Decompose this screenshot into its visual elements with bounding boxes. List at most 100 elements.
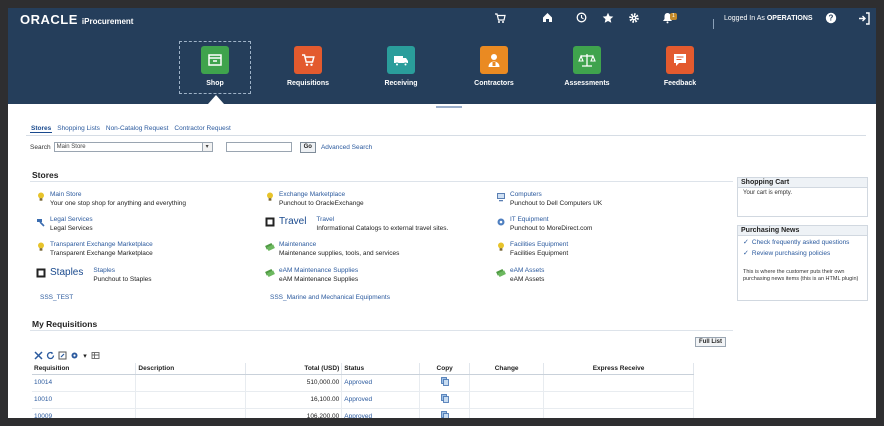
store-link[interactable]: eAM Assets [510, 267, 544, 275]
express-receive-cell [543, 374, 694, 392]
store-description: Maintenance supplies, tools, and service… [279, 250, 400, 257]
store-link[interactable]: Exchange Marketplace [279, 191, 364, 199]
logout-icon[interactable] [858, 12, 870, 25]
store-description: Transparent Exchange Marketplace [50, 250, 153, 257]
store-description: Facilities Equipment [510, 250, 569, 257]
copy-icon[interactable] [440, 411, 449, 422]
search-input[interactable] [225, 142, 292, 152]
store-description: Informational Catalogs to external trave… [316, 225, 449, 232]
requisition-total: 106,200.00 [245, 408, 343, 426]
tab-shopping-lists[interactable]: Shopping Lists [56, 125, 101, 133]
requisition-link[interactable]: 10010 [34, 396, 52, 403]
advanced-search-link[interactable]: Advanced Search [321, 144, 372, 151]
travel-logo-icon [265, 217, 275, 227]
money-icon [496, 268, 506, 278]
favorites-icon[interactable] [602, 12, 614, 24]
copy-icon[interactable] [440, 394, 449, 405]
store-select[interactable]: Main Store ▾ [53, 142, 213, 152]
nav-feedback[interactable]: Feedback [640, 46, 720, 87]
chevron-down-icon[interactable]: ▾ [82, 351, 88, 360]
stores-heading-rule [30, 181, 733, 182]
detach-icon[interactable] [34, 351, 43, 360]
store-link[interactable]: SSS_Marine and Mechanical Equipments [270, 294, 390, 302]
store-link[interactable]: Computers [510, 191, 602, 199]
store-link[interactable]: Main Store [50, 191, 186, 199]
checkmark-icon: ✓ [743, 239, 749, 246]
store-link[interactable]: SSS_TEST [40, 294, 73, 302]
logged-in-user: OPERATIONS [766, 15, 813, 22]
travel-brand-text[interactable]: Travel [279, 216, 306, 228]
nav-shop[interactable]: Shop [175, 46, 255, 87]
staples-brand-text[interactable]: Staples [50, 267, 83, 279]
column-header-express-receive[interactable]: Express Receive [543, 363, 694, 375]
requisition-link[interactable]: 10014 [34, 379, 52, 386]
settings-gear-icon[interactable] [70, 351, 79, 360]
status-link[interactable]: Approved [344, 379, 372, 386]
purchasing-news-title: Purchasing News [738, 226, 867, 236]
status-link[interactable]: Approved [344, 396, 372, 403]
store-description: Punchout to MoreDirect.com [510, 225, 593, 232]
column-header-description[interactable]: Description [135, 363, 247, 375]
tab-non-catalog-request[interactable]: Non-Catalog Request [105, 125, 170, 133]
nav-requisitions[interactable]: Requisitions [268, 46, 348, 87]
column-header-change[interactable]: Change [469, 363, 545, 375]
toolbar-divider [713, 19, 714, 29]
go-button[interactable]: Go [299, 141, 316, 153]
full-list-button[interactable]: Full List [695, 337, 726, 347]
column-header-requisition[interactable]: Requisition [32, 363, 137, 375]
store-description: Punchout to OracleExchange [279, 200, 364, 207]
collapse-handle[interactable] [436, 106, 462, 108]
column-header-copy[interactable]: Copy [419, 363, 471, 375]
express-receive-cell [543, 408, 694, 426]
nav-contractors[interactable]: Contractors [454, 46, 534, 87]
checkmark-icon: ✓ [743, 250, 749, 257]
nav-receiving[interactable]: Receiving [361, 46, 441, 87]
requisition-link[interactable]: 10009 [34, 413, 52, 420]
store-link[interactable]: IT Equipment [510, 216, 592, 224]
nav-shop-label: Shop [206, 80, 224, 87]
nav-contractors-label: Contractors [474, 80, 514, 87]
feedback-icon [666, 46, 694, 74]
help-icon[interactable]: ? [825, 12, 837, 24]
news-item[interactable]: ✓ Review purchasing policies [743, 249, 862, 258]
column-header-total[interactable]: Total (USD) [245, 363, 343, 375]
scales-icon [573, 46, 601, 74]
requisition-description [135, 391, 247, 409]
home-icon[interactable] [542, 12, 553, 23]
chevron-down-icon[interactable]: ▾ [201, 143, 212, 151]
svg-text:?: ? [829, 14, 834, 23]
recent-icon[interactable] [576, 12, 587, 23]
selected-nav-pointer [208, 95, 224, 104]
nav-receiving-label: Receiving [384, 80, 418, 87]
settings-gear-icon[interactable] [628, 12, 640, 24]
shopping-cart-panel: Shopping Cart Your cart is empty. [737, 177, 868, 217]
store-link[interactable]: Travel [316, 216, 448, 224]
store-link[interactable]: eAM Maintenance Supplies [279, 267, 358, 275]
column-header-status[interactable]: Status [341, 363, 421, 375]
store-link[interactable]: Maintenance [279, 241, 399, 249]
store-link[interactable]: Facilities Equipment [510, 241, 568, 249]
express-receive-cell [543, 391, 694, 409]
store-description: Punchout to Dell Computers UK [510, 200, 603, 207]
news-item-label: Check frequently asked questions [751, 238, 850, 246]
store-transparent-exchange: Transparent Exchange Marketplace Transpa… [36, 241, 153, 258]
freeze-columns-icon[interactable] [91, 351, 100, 360]
store-description: eAM Assets [510, 276, 545, 283]
tab-stores[interactable]: Stores [30, 125, 53, 133]
news-item[interactable]: ✓ Check frequently asked questions [743, 238, 862, 247]
nav-requisitions-label: Requisitions [286, 80, 329, 87]
store-link[interactable]: Staples [93, 267, 151, 275]
news-item-label: Review purchasing policies [751, 249, 831, 257]
refresh-icon[interactable] [46, 351, 55, 360]
status-link[interactable]: Approved [344, 413, 372, 420]
copy-icon[interactable] [440, 377, 449, 388]
export-icon[interactable] [58, 351, 67, 360]
shopping-cart-title: Shopping Cart [738, 178, 867, 188]
nav-assessments[interactable]: Assessments [547, 46, 627, 87]
store-main-store: Main Store Your one stop shop for anythi… [36, 191, 186, 208]
cart-icon[interactable] [494, 12, 506, 24]
tab-contractor-request[interactable]: Contractor Request [173, 125, 231, 133]
store-link[interactable]: Legal Services [50, 216, 93, 224]
store-link[interactable]: Transparent Exchange Marketplace [50, 241, 153, 249]
purchasing-news-panel: Purchasing News ✓ Check frequently asked… [737, 225, 868, 301]
